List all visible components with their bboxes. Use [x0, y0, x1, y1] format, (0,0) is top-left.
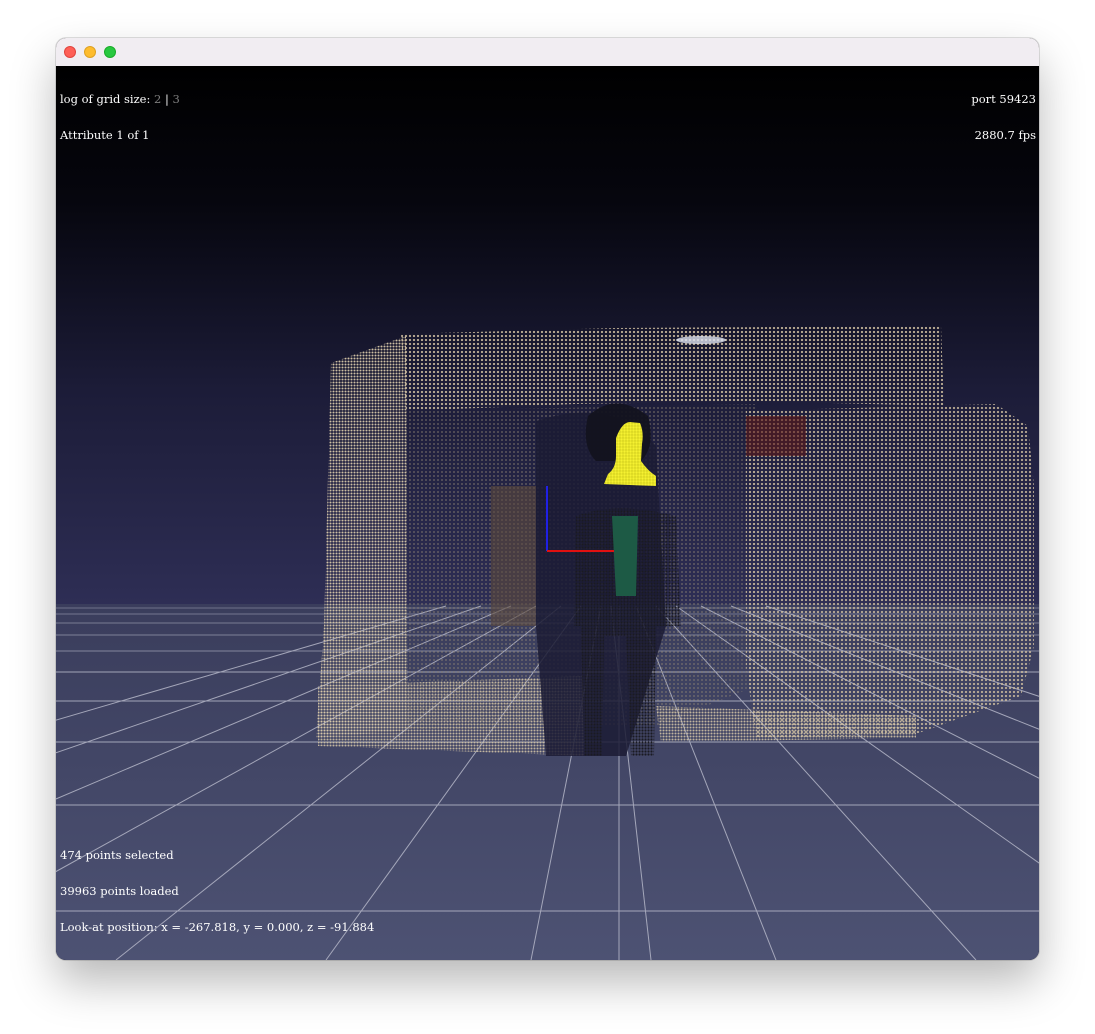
- attribute-readout: Attribute 1 of 1: [60, 128, 150, 142]
- point-cloud-viewport[interactable]: log of grid size: 2 | 3 Attribute 1 of 1…: [56, 66, 1039, 960]
- hud-top-left: log of grid size: 2 | 3 Attribute 1 of 1: [60, 69, 180, 165]
- person-shirt: [612, 516, 638, 596]
- grid-size-active[interactable]: 3: [173, 92, 180, 106]
- app-window: log of grid size: 2 | 3 Attribute 1 of 1…: [56, 38, 1039, 960]
- fps-readout: 2880.7 fps: [974, 128, 1036, 142]
- point-cloud-ceiling: [401, 326, 944, 411]
- loaded-count: 39963 points loaded: [60, 884, 179, 898]
- grid-size-label: log of grid size:: [60, 92, 151, 106]
- grid-size-separator: |: [164, 92, 169, 106]
- hud-bottom-left: 474 points selected 39963 points loaded …: [60, 825, 374, 957]
- grid-size-inactive[interactable]: 2: [154, 92, 161, 106]
- maximize-button[interactable]: [104, 46, 116, 58]
- hud-top-right: port 59423 2880.7 fps: [971, 69, 1036, 165]
- point-cloud-red-patch: [746, 416, 806, 456]
- port-readout: port 59423: [971, 92, 1036, 106]
- look-at-position: Look-at position: x = -267.818, y = 0.00…: [60, 920, 375, 934]
- point-cloud-door-left: [491, 486, 536, 626]
- point-cloud-light: [676, 336, 726, 344]
- minimize-button[interactable]: [84, 46, 96, 58]
- close-button[interactable]: [64, 46, 76, 58]
- title-bar: [56, 38, 1039, 67]
- selected-count: 474 points selected: [60, 848, 174, 862]
- grid-size-readout: log of grid size: 2 | 3: [60, 93, 180, 105]
